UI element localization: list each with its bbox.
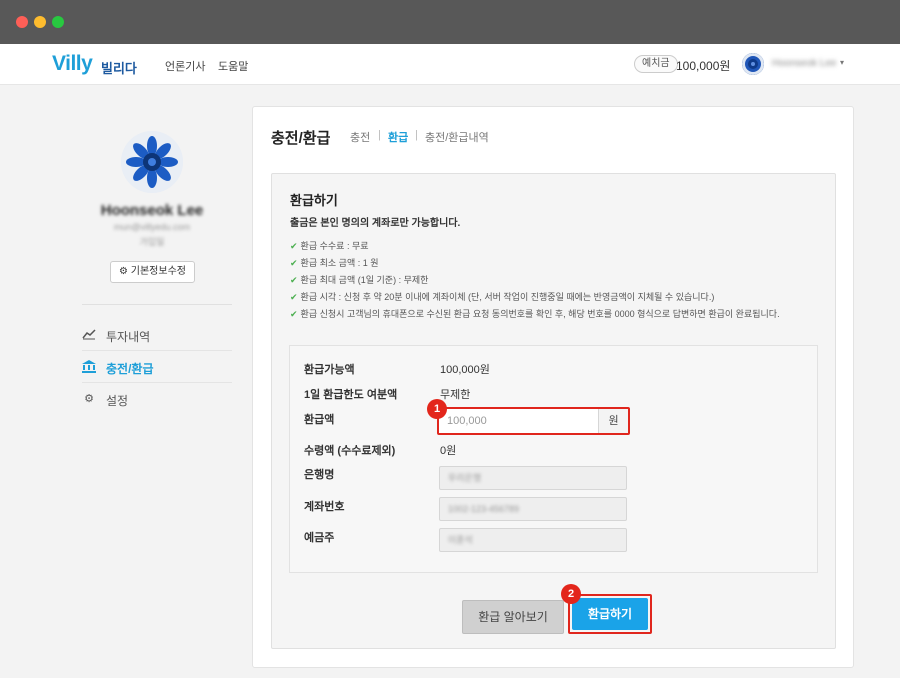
account-label: 계좌번호 bbox=[304, 501, 345, 513]
amount-label: 환급액 bbox=[304, 414, 335, 426]
deposit-amount: 100,000원 bbox=[676, 59, 731, 73]
sidebar-divider bbox=[82, 304, 232, 305]
tab-refund[interactable]: 환급 bbox=[388, 129, 408, 145]
rule-item: ✔ 환급 수수료 : 무료 bbox=[290, 241, 369, 251]
minimize-window-button[interactable] bbox=[34, 16, 46, 28]
close-window-button[interactable] bbox=[16, 16, 28, 28]
nav-username[interactable]: Hoonseok Lee bbox=[772, 58, 837, 69]
refund-amount-input[interactable]: 100,000 bbox=[439, 409, 599, 433]
check-icon: ✔ bbox=[290, 309, 298, 319]
chevron-down-icon[interactable]: ▾ bbox=[840, 58, 844, 67]
window-titlebar bbox=[0, 0, 900, 44]
received-value: 0원 bbox=[440, 445, 457, 457]
edit-profile-label: 기본정보수정 bbox=[130, 266, 186, 277]
refund-info-button[interactable]: 환급 알아보기 bbox=[462, 600, 564, 634]
gear-icon: ⚙ bbox=[119, 266, 128, 277]
tab-separator: | bbox=[378, 129, 381, 141]
account-field: 1002-123-456789 bbox=[439, 497, 627, 521]
check-icon: ✔ bbox=[290, 292, 298, 302]
rule-item: ✔ 환급 최소 금액 : 1 원 bbox=[290, 258, 379, 268]
available-label: 환급가능액 bbox=[304, 364, 355, 376]
amount-field-highlight: 100,000 원 bbox=[437, 407, 630, 435]
chart-icon bbox=[82, 328, 96, 342]
nav-link-press[interactable]: 언론기사 bbox=[165, 58, 205, 74]
sidebar-item-label: 충전/환급 bbox=[106, 362, 154, 376]
villy-logo[interactable]: Villy bbox=[52, 52, 93, 76]
rule-item: ✔ 환급 최대 금액 (1일 기준) : 무제한 bbox=[290, 275, 429, 285]
step-badge-1: 1 bbox=[427, 399, 447, 419]
app-window: Villy 빌리다 언론기사 도움말 예치금 100,000원 Hoonseok… bbox=[0, 0, 900, 678]
profile-email: mun@villyedu.com bbox=[113, 222, 191, 232]
sidebar-item-settings[interactable]: ⚙ 설정 bbox=[82, 383, 232, 415]
avatar-flower-icon bbox=[742, 53, 764, 75]
amount-unit: 원 bbox=[599, 409, 628, 433]
nav-link-help[interactable]: 도움말 bbox=[218, 58, 248, 74]
main-panel: 충전/환급 충전 | 환급 | 충전/환급내역 환급하기 출금은 본인 명의의 … bbox=[252, 106, 854, 668]
refund-notice: 출금은 본인 명의의 계좌로만 가능합니다. bbox=[290, 218, 461, 229]
tab-history[interactable]: 충전/환급내역 bbox=[425, 129, 489, 145]
bank-icon bbox=[82, 360, 96, 374]
received-label: 수령액 (수수료제외) bbox=[304, 445, 396, 457]
profile-flower-icon bbox=[121, 131, 183, 193]
rule-item: ✔ 환급 신청시 고객님의 휴대폰으로 수신된 환급 요청 동의번호를 확인 후,… bbox=[290, 309, 780, 319]
logo-subtitle[interactable]: 빌리다 bbox=[101, 58, 137, 77]
sidebar: Hoonseok Lee mun@villyedu.com 가입일 ⚙ 기본정보… bbox=[52, 85, 252, 678]
holder-value: 이훈석 bbox=[448, 535, 473, 545]
limit-label: 1일 환급한도 여분액 bbox=[304, 389, 398, 401]
profile-avatar bbox=[121, 131, 183, 193]
profile-phone: 가입일 bbox=[139, 237, 165, 247]
edit-profile-button[interactable]: ⚙ 기본정보수정 bbox=[110, 261, 195, 283]
profile-name: Hoonseok Lee bbox=[100, 202, 204, 219]
tab-separator: | bbox=[415, 129, 418, 141]
account-value: 1002-123-456789 bbox=[448, 504, 520, 514]
sidebar-item-label: 투자내역 bbox=[106, 330, 151, 344]
check-icon: ✔ bbox=[290, 275, 298, 285]
top-navigation: Villy 빌리다 언론기사 도움말 예치금 100,000원 Hoonseok… bbox=[0, 44, 900, 85]
user-avatar[interactable] bbox=[742, 53, 764, 75]
rule-item: ✔ 환급 시각 : 신청 후 약 20분 이내에 계좌이체 (단, 서버 작업이 … bbox=[290, 292, 715, 302]
sidebar-item-deposit-refund[interactable]: 충전/환급 bbox=[82, 351, 232, 383]
step-badge-2: 2 bbox=[561, 584, 581, 604]
refund-title: 환급하기 bbox=[290, 193, 338, 208]
refund-section: 환급하기 출금은 본인 명의의 계좌로만 가능합니다. ✔ 환급 수수료 : 무료… bbox=[271, 173, 836, 649]
holder-field: 이훈석 bbox=[439, 528, 627, 552]
bank-value: 우리은행 bbox=[448, 473, 482, 483]
refund-submit-button[interactable]: 환급하기 bbox=[572, 598, 648, 630]
holder-label: 예금주 bbox=[304, 532, 335, 544]
available-value: 100,000원 bbox=[440, 364, 490, 376]
deposit-badge: 예치금 bbox=[634, 55, 678, 73]
gear-icon: ⚙ bbox=[84, 393, 94, 405]
tab-deposit[interactable]: 충전 bbox=[350, 129, 370, 145]
bank-label: 은행명 bbox=[304, 469, 335, 481]
maximize-window-button[interactable] bbox=[52, 16, 64, 28]
check-icon: ✔ bbox=[290, 241, 298, 251]
check-icon: ✔ bbox=[290, 258, 298, 268]
bank-field: 우리은행 bbox=[439, 466, 627, 490]
sidebar-item-investments[interactable]: 투자내역 bbox=[82, 319, 232, 351]
page-title: 충전/환급 bbox=[271, 130, 331, 147]
refund-form: 환급가능액 100,000원 1일 환급한도 여분액 무제한 환급액 100,0… bbox=[289, 345, 818, 573]
refund-button-highlight: 환급하기 bbox=[568, 594, 652, 634]
limit-value: 무제한 bbox=[440, 389, 471, 401]
sidebar-item-label: 설정 bbox=[106, 394, 129, 408]
